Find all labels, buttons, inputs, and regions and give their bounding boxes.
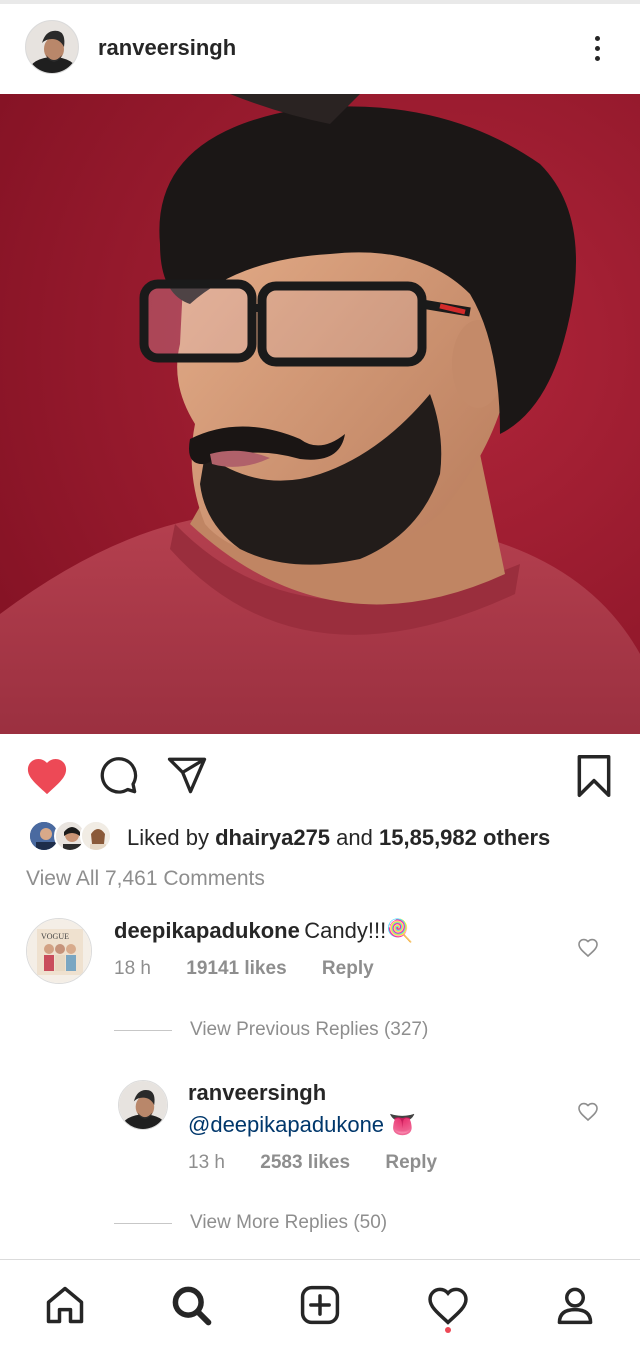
- comment-body: deepikapadukone Candy!!!🍭: [114, 918, 414, 944]
- add-post-icon[interactable]: [295, 1280, 345, 1330]
- reply-item: ranveersingh @deepikapadukone 👅 13 h 258…: [0, 1076, 640, 1186]
- reply-body: @deepikapadukone 👅: [188, 1112, 416, 1138]
- author-avatar[interactable]: [25, 20, 79, 74]
- svg-text:VOGUE: VOGUE: [41, 932, 69, 941]
- post-photo[interactable]: [0, 94, 640, 734]
- bottom-navigation: [0, 1259, 640, 1355]
- likes-row: Liked by dhairya275 and 15,85,982 others: [0, 812, 640, 862]
- liked-by-text: Liked by dhairya275 and 15,85,982 others: [127, 825, 550, 851]
- liker-avatar: [80, 820, 112, 852]
- lollipop-emoji: 🍭: [386, 918, 414, 943]
- bookmark-icon[interactable]: [574, 754, 614, 803]
- liked-conj: and: [336, 825, 373, 850]
- heart-filled-icon[interactable]: [24, 754, 70, 801]
- reply-time: 13 h: [188, 1152, 225, 1173]
- home-icon[interactable]: [40, 1280, 90, 1330]
- comment-reply-button[interactable]: Reply: [322, 958, 374, 979]
- author-username[interactable]: ranveersingh: [98, 35, 236, 61]
- activity-notification-dot: [445, 1327, 451, 1333]
- view-all-comments-link[interactable]: View All 7,461 Comments: [26, 867, 265, 891]
- reply-username[interactable]: ranveersingh: [188, 1080, 326, 1106]
- share-icon[interactable]: [166, 754, 208, 801]
- liker-avatars[interactable]: [28, 820, 114, 854]
- comment-item: VOGUE deepikapadukone Candy!!!🍭 18 h 191…: [0, 912, 640, 992]
- liked-prefix: Liked by: [127, 825, 209, 850]
- comment-text: Candy!!!: [304, 918, 387, 943]
- comment-username[interactable]: deepikapadukone: [114, 918, 300, 943]
- view-more-replies[interactable]: View More Replies (50): [114, 1212, 387, 1234]
- more-options-icon[interactable]: [584, 28, 610, 68]
- reply-meta: 13 h 2583 likes Reply: [188, 1152, 467, 1174]
- reply-dash: [114, 1029, 172, 1031]
- comment-icon[interactable]: [97, 754, 139, 801]
- view-previous-replies[interactable]: View Previous Replies (327): [114, 1019, 428, 1041]
- comment-likes[interactable]: 19141 likes: [186, 958, 286, 979]
- heart-outline-icon[interactable]: [576, 1100, 600, 1127]
- activity-heart-icon[interactable]: [423, 1280, 473, 1330]
- view-previous-replies-label[interactable]: View Previous Replies (327): [190, 1019, 428, 1041]
- tongue-emoji: 👅: [388, 1112, 416, 1137]
- reply-reply-button[interactable]: Reply: [385, 1152, 437, 1173]
- post-actions: [0, 734, 640, 814]
- post-header: ranveersingh: [0, 4, 640, 94]
- commenter-avatar[interactable]: VOGUE: [26, 918, 92, 984]
- reply-likes[interactable]: 2583 likes: [260, 1152, 350, 1173]
- comment-meta: 18 h 19141 likes Reply: [114, 958, 404, 980]
- view-more-replies-label[interactable]: View More Replies (50): [190, 1212, 387, 1234]
- reply-dash: [114, 1222, 172, 1224]
- liked-username[interactable]: dhairya275: [215, 825, 330, 850]
- reply-avatar[interactable]: [118, 1080, 168, 1130]
- search-icon[interactable]: [166, 1280, 216, 1330]
- profile-icon[interactable]: [550, 1280, 600, 1330]
- liked-others-count[interactable]: 15,85,982 others: [379, 825, 550, 850]
- heart-outline-icon[interactable]: [576, 936, 600, 963]
- comment-time: 18 h: [114, 958, 151, 979]
- reply-mention[interactable]: @deepikapadukone: [188, 1112, 384, 1137]
